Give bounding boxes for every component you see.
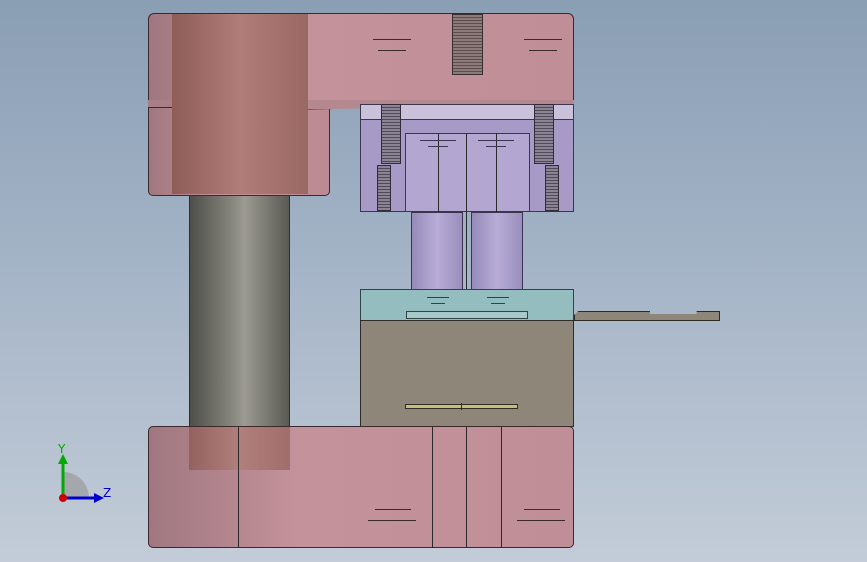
punch-left[interactable]	[411, 212, 463, 290]
punch-right[interactable]	[471, 212, 523, 290]
lower-shoe-slot-2	[466, 427, 467, 548]
triad-x-axis	[59, 494, 67, 502]
stripper-mark-4	[491, 303, 505, 304]
stripper-mark-3	[431, 303, 445, 304]
hole-mark-3	[524, 39, 562, 40]
workpiece-slot	[406, 311, 528, 319]
feed-strip[interactable]	[574, 311, 720, 321]
model-viewport[interactable]	[0, 0, 867, 562]
lower-mark-1	[375, 509, 411, 510]
retainer-mark-1	[420, 140, 456, 141]
holder-bolt-right[interactable]	[545, 165, 559, 211]
retainer-centerline	[466, 133, 467, 313]
die-insert-center	[461, 403, 462, 410]
holder-screw-left[interactable]	[381, 104, 401, 164]
die-block[interactable]	[360, 320, 574, 427]
retainer-mark-2	[478, 140, 514, 141]
lower-shoe-slot-1	[432, 427, 433, 548]
retainer-line-right	[496, 133, 497, 212]
shank-thread[interactable]	[452, 14, 483, 75]
holder-bolt-left[interactable]	[377, 165, 391, 211]
retainer-mark-3	[428, 146, 448, 147]
stripper-mark-2	[487, 297, 509, 298]
punch-retainer[interactable]	[405, 133, 530, 212]
guide-bushing[interactable]	[172, 14, 308, 194]
holder-screw-right[interactable]	[534, 104, 554, 164]
lower-mark-2	[368, 520, 416, 521]
triad-xy-plane	[63, 472, 89, 498]
hole-mark-4	[529, 50, 557, 51]
retainer-line-left	[438, 133, 439, 212]
stripper-mark-1	[427, 297, 449, 298]
hole-mark-2	[378, 50, 406, 51]
reference-triad[interactable]: Y Z	[50, 440, 120, 510]
lower-shoe-slot-3	[501, 427, 502, 548]
triad-y-label: Y	[58, 442, 66, 456]
triad-z-label: Z	[103, 486, 112, 500]
lower-shoe-divider	[238, 427, 239, 548]
hole-mark-1	[373, 39, 411, 40]
guide-post-base	[189, 427, 290, 470]
lower-mark-4	[517, 520, 565, 521]
lower-mark-3	[524, 509, 560, 510]
guide-post[interactable]	[189, 196, 290, 426]
retainer-mark-4	[486, 146, 506, 147]
